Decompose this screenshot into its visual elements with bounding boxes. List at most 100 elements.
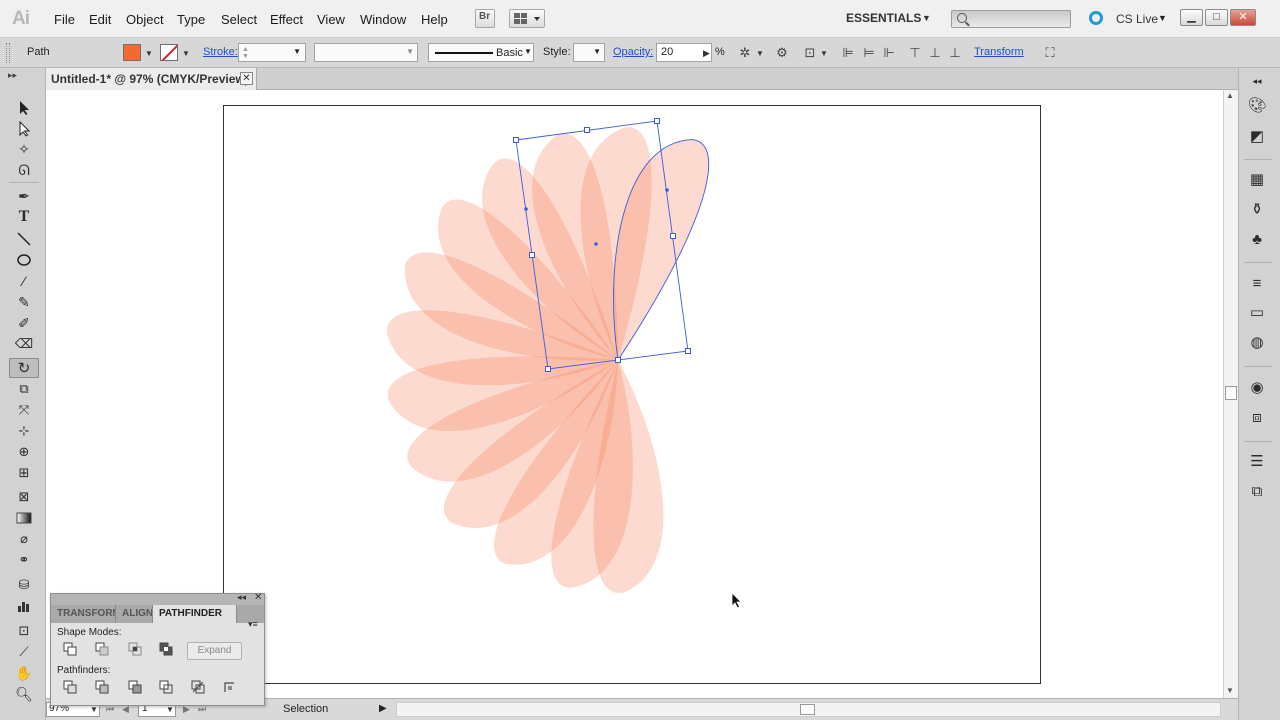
maximize-button[interactable]: □ (1205, 9, 1228, 26)
align-top-icon[interactable]: ⊤ (907, 45, 923, 60)
paintbrush-tool[interactable]: ⁄ (9, 271, 39, 291)
gradient-tool[interactable] (9, 508, 39, 528)
menu-type[interactable]: Type (177, 12, 205, 27)
color-panel-icon[interactable]: 🎨︎ (1247, 96, 1267, 116)
menu-select[interactable]: Select (221, 12, 257, 27)
crop-button[interactable] (159, 680, 175, 694)
chevron-down-icon[interactable]: ▼ (166, 705, 174, 714)
stroke-link[interactable]: Stroke: (203, 46, 238, 58)
lasso-tool[interactable]: ᘏ (9, 160, 39, 180)
trim-button[interactable] (95, 680, 111, 694)
isolate-selection-icon[interactable]: ⛶ (1042, 45, 1058, 60)
gradient-panel-icon[interactable]: ▭ (1247, 303, 1267, 323)
chevron-down-icon[interactable]: ▼ (182, 49, 190, 58)
rotate-tool[interactable]: ↻ (9, 358, 39, 378)
color-guide-icon[interactable]: ◩ (1247, 127, 1267, 147)
chevron-right-icon[interactable]: ▶ (703, 48, 710, 59)
scroll-down-icon[interactable]: ▼ (1226, 686, 1234, 695)
symbol-sprayer-tool[interactable]: ⛁ (9, 575, 39, 595)
outline-button[interactable] (191, 680, 207, 694)
free-transform-tool[interactable]: ⊹ (9, 421, 39, 441)
bridge-button[interactable]: Br (475, 9, 495, 28)
line-tool[interactable] (9, 229, 39, 249)
unite-button[interactable] (63, 642, 79, 656)
zoom-tool[interactable]: 🔍︎ (9, 684, 39, 704)
cs-live-icon[interactable] (1089, 11, 1103, 25)
swatches-icon[interactable]: ▦ (1247, 170, 1267, 190)
direct-selection-tool[interactable] (9, 119, 39, 139)
blend-tool[interactable]: ⚭ (9, 550, 39, 570)
arrange-documents-button[interactable] (509, 9, 545, 28)
menu-object[interactable]: Object (126, 12, 164, 27)
horizontal-scroll-thumb[interactable] (800, 704, 815, 715)
chevron-down-icon[interactable]: ▼ (145, 49, 153, 58)
merge-button[interactable] (128, 680, 144, 694)
recolor-artwork-icon[interactable]: ✲ (737, 45, 753, 60)
tab-pathfinder[interactable]: PATHFINDER (153, 605, 237, 623)
artboard[interactable] (223, 105, 1041, 684)
fill-color-swatch[interactable] (123, 44, 141, 61)
chevron-down-icon[interactable]: ▼ (90, 705, 98, 714)
layers-icon[interactable]: ☰ (1247, 452, 1267, 472)
intersect-button[interactable] (128, 642, 144, 656)
brushes-icon[interactable]: ⚱ (1247, 200, 1267, 220)
tab-align[interactable]: ALIGN (116, 605, 153, 623)
align-middle-icon[interactable]: ⊥ (927, 45, 943, 60)
variable-width-profile[interactable]: ▼ (314, 43, 418, 62)
divide-button[interactable] (63, 680, 79, 694)
graphic-style-swatch[interactable]: ▼ (573, 43, 605, 62)
document-tab[interactable]: Untitled-1* @ 97% (CMYK/Preview) ✕ (46, 68, 257, 90)
mesh-tool[interactable]: ⊠ (9, 487, 39, 507)
pencil-tool[interactable]: ✎ (9, 292, 39, 312)
graphic-styles-icon[interactable]: ⧈ (1247, 408, 1267, 428)
minus-back-button[interactable] (222, 680, 238, 694)
opacity-link[interactable]: Opacity: (613, 46, 653, 58)
tab-transform[interactable]: TRANSFORM (51, 605, 116, 623)
transparency-icon[interactable]: ◍ (1247, 333, 1267, 353)
align-to-icon[interactable]: ⊡ (802, 45, 818, 60)
shape-builder-tool[interactable]: ⊕ (9, 442, 39, 462)
status-readout[interactable]: Selection (283, 703, 328, 715)
align-left-icon[interactable]: ⊫ (840, 45, 856, 60)
collapse-panel-icon[interactable]: ◂◂ (237, 592, 246, 603)
align-center-icon[interactable]: ⊨ (861, 45, 877, 60)
scroll-up-icon[interactable]: ▲ (1226, 91, 1234, 100)
chevron-down-icon[interactable]: ▼ (820, 49, 828, 58)
expand-button[interactable]: Expand (187, 642, 242, 660)
pen-tool[interactable]: ✒ (9, 186, 39, 206)
transform-link[interactable]: Transform (974, 46, 1024, 58)
panel-titlebar[interactable]: ◂◂ ✕ (51, 592, 264, 605)
type-tool[interactable]: T (9, 207, 39, 227)
selection-tool[interactable] (9, 98, 39, 118)
appearance-icon[interactable]: ◉ (1247, 378, 1267, 398)
chevron-down-icon[interactable]: ▼ (293, 47, 301, 56)
perspective-grid-tool[interactable]: ⊞ (9, 463, 39, 483)
minus-front-button[interactable] (95, 642, 111, 656)
workspace-switcher[interactable]: ESSENTIALS (846, 11, 921, 25)
slice-tool[interactable]: ⟋ (9, 642, 39, 662)
search-input[interactable] (951, 10, 1071, 28)
close-window-button[interactable]: ✕ (1230, 9, 1256, 26)
stroke-panel-icon[interactable]: ≡ (1247, 274, 1267, 294)
menu-file[interactable]: File (54, 12, 75, 27)
hand-tool[interactable]: ✋ (9, 663, 39, 683)
chevron-down-icon[interactable]: ▼ (524, 47, 532, 56)
menu-window[interactable]: Window (360, 12, 406, 27)
chevron-down-icon[interactable]: ▼ (406, 47, 414, 56)
eyedropper-tool[interactable]: ⌀ (9, 529, 39, 549)
eraser-tool[interactable]: ⌫ (9, 334, 39, 354)
horizontal-scrollbar[interactable] (396, 702, 1221, 717)
chevron-down-icon[interactable]: ▼ (593, 47, 601, 56)
collapse-panels-icon[interactable]: ◂◂ (1247, 71, 1267, 91)
blob-brush-tool[interactable]: ✐ (9, 313, 39, 333)
stepper-icon[interactable]: ▲ ▼ (242, 46, 249, 60)
stroke-weight-field[interactable]: ▲ ▼ ▼ (238, 43, 306, 62)
cs-live-menu[interactable]: CS Live (1116, 12, 1158, 26)
ellipse-tool[interactable] (9, 250, 39, 270)
menu-effect[interactable]: Effect (270, 12, 303, 27)
collapse-panel-icon[interactable]: ▸▸ (8, 70, 17, 81)
gear-icon[interactable]: ⚙ (774, 45, 790, 60)
close-icon[interactable]: ✕ (254, 592, 262, 603)
grip-handle[interactable] (6, 43, 10, 63)
minimize-button[interactable]: ▁ (1180, 9, 1203, 26)
